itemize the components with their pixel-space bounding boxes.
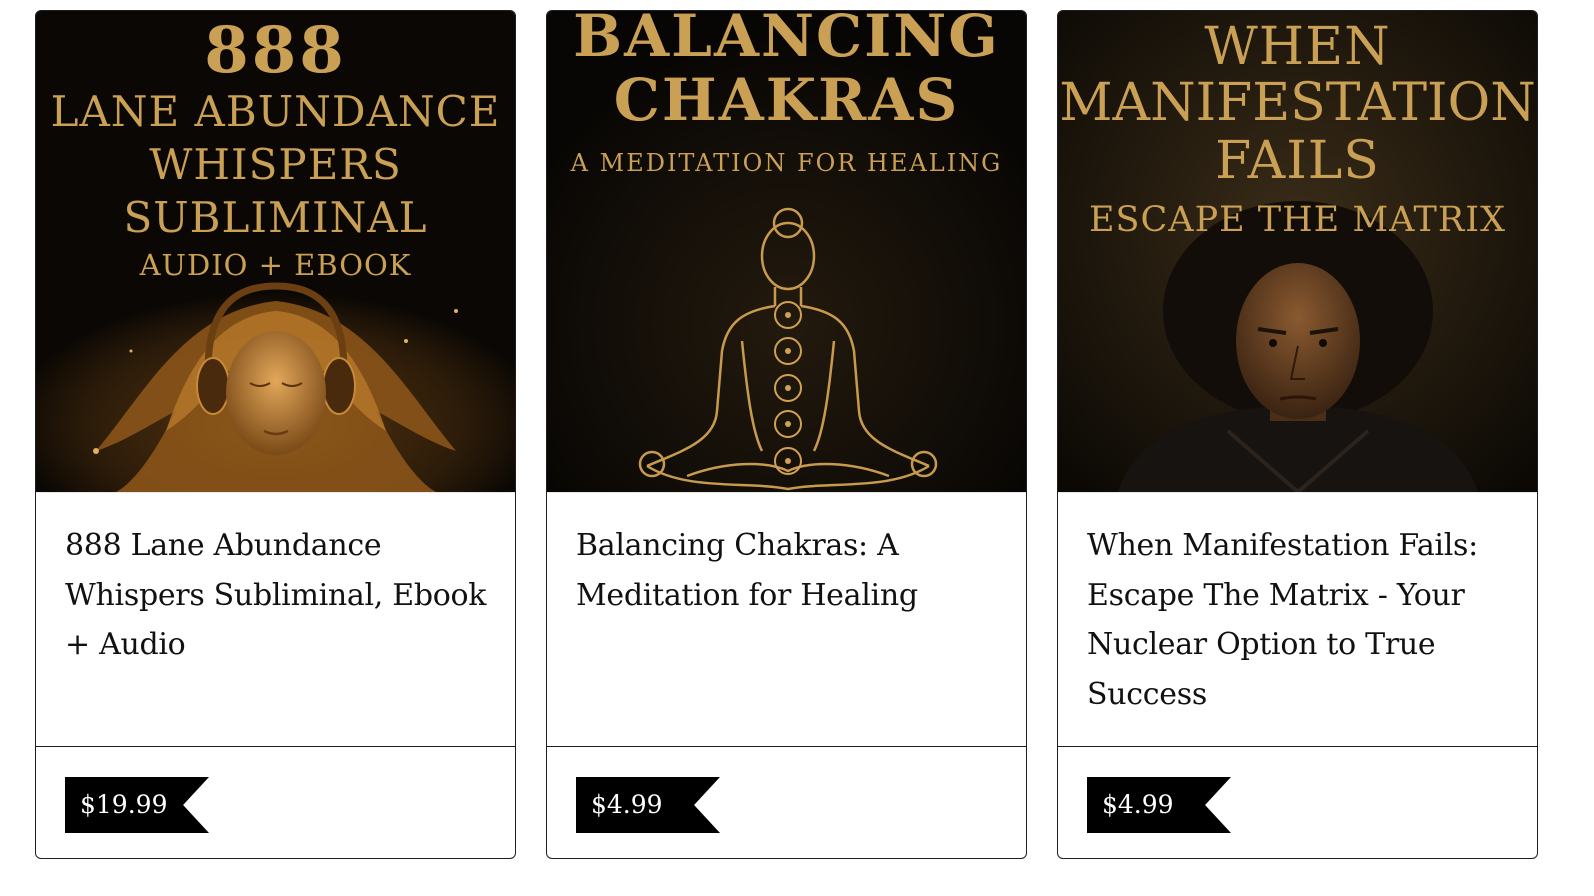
product-footer: $4.99 xyxy=(547,746,1026,858)
product-title[interactable]: When Manifestation Fails: Escape The Mat… xyxy=(1087,521,1527,719)
cover-line: Balancing xyxy=(573,11,1000,70)
cover-line: Lane Abundance xyxy=(50,87,501,136)
cover-line: Manifestation xyxy=(1059,73,1536,133)
cover-line: A Meditation for Healing xyxy=(570,149,1003,177)
product-cover-image[interactable]: When Manifestation Fails Escape the Matr… xyxy=(1058,11,1537,492)
product-cover-image[interactable]: Balancing Chakras A Meditation for Heali… xyxy=(547,11,1026,492)
cover-line: Subliminal xyxy=(123,193,428,242)
product-card[interactable]: Balancing Chakras A Meditation for Heali… xyxy=(546,10,1027,859)
cover-line: Escape the Matrix xyxy=(1089,200,1506,240)
cover-line: Whispers xyxy=(149,140,402,189)
product-title[interactable]: 888 Lane Abundance Whispers Subliminal, … xyxy=(65,521,505,670)
product-footer: $19.99 xyxy=(36,746,515,858)
cover-line: Chakras xyxy=(613,66,960,134)
product-footer: $4.99 xyxy=(1058,746,1537,858)
cover-line: Fails xyxy=(1215,131,1380,191)
product-cover-image[interactable]: 888 Lane Abundance Whispers Subliminal A… xyxy=(36,11,515,492)
product-grid: 888 Lane Abundance Whispers Subliminal A… xyxy=(35,10,1541,861)
cover-line: When xyxy=(1204,17,1391,77)
price-tag: $4.99 xyxy=(576,777,720,833)
price-tag: $19.99 xyxy=(65,777,209,833)
product-card[interactable]: 888 Lane Abundance Whispers Subliminal A… xyxy=(35,10,516,859)
product-info: 888 Lane Abundance Whispers Subliminal, … xyxy=(36,492,515,746)
price-tag: $4.99 xyxy=(1087,777,1231,833)
cover-line: 888 xyxy=(204,13,347,88)
product-info: Balancing Chakras: A Meditation for Heal… xyxy=(547,492,1026,746)
product-card[interactable]: When Manifestation Fails Escape the Matr… xyxy=(1057,10,1538,859)
product-title[interactable]: Balancing Chakras: A Meditation for Heal… xyxy=(576,521,1016,620)
cover-line: Audio + Ebook xyxy=(139,248,412,282)
product-info: When Manifestation Fails: Escape The Mat… xyxy=(1058,492,1537,746)
